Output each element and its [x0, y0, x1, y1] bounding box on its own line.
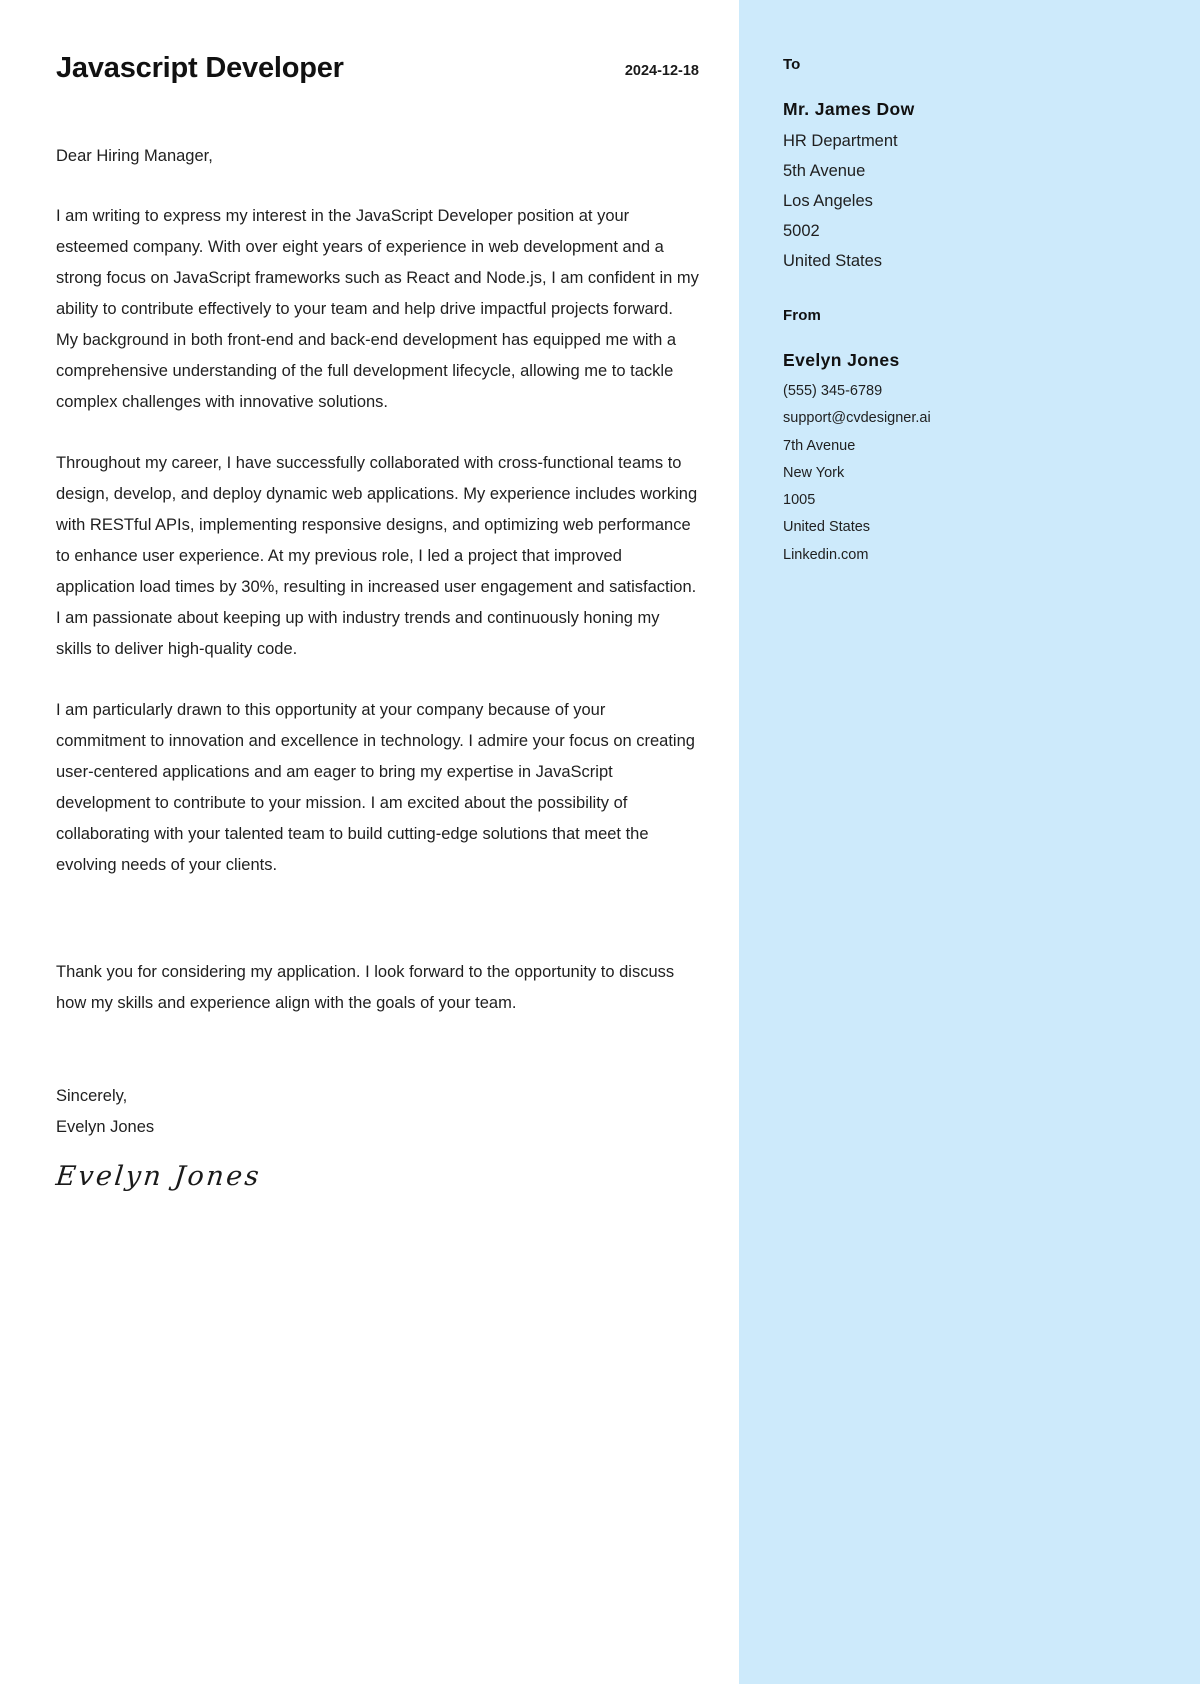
sender-heading: From — [783, 306, 821, 324]
signature-image: Evelyn Jones — [54, 1160, 263, 1192]
letter-header: Javascript Developer 2024-12-18 — [56, 52, 699, 85]
page-title: Javascript Developer — [56, 52, 344, 84]
sender-line: 7th Avenue — [783, 437, 856, 454]
recipient-name: Mr. James Dow — [783, 99, 915, 119]
letter-salutation: Dear Hiring Manager, — [56, 147, 213, 166]
recipient-line: Los Angeles — [783, 192, 873, 210]
letter-body-column: Javascript Developer 2024-12-18 Dear Hir… — [0, 0, 739, 1684]
recipient-line: 5002 — [783, 222, 820, 241]
sender-name: Evelyn Jones — [783, 349, 900, 370]
letter-signoff: Sincerely, — [56, 1087, 128, 1106]
sender-linkedin: Linkedin.com — [783, 546, 869, 563]
recipient-heading: To — [783, 56, 801, 73]
sender-section: From Evelyn Jones (555) 345-6789 support… — [783, 307, 1200, 569]
sender-phone: (555) 345-6789 — [783, 383, 883, 400]
recipient-line: United States — [783, 252, 883, 271]
recipient-line: HR Department — [783, 131, 898, 150]
sender-email: support@cvdesigner.ai — [783, 410, 931, 427]
letter-paragraph-2: Throughout my career, I have successfull… — [56, 453, 698, 658]
letter-signoff-name: Evelyn Jones — [56, 1118, 155, 1137]
address-sidebar: To Mr. James Dow HR Department 5th Avenu… — [739, 0, 1200, 1684]
letter-paragraph-3: I am particularly drawn to this opportun… — [56, 700, 695, 874]
sender-line: New York — [783, 464, 845, 481]
letter-paragraph-1: I am writing to express my interest in t… — [56, 206, 699, 411]
letter-closing-paragraph: Thank you for considering my application… — [56, 963, 675, 1013]
letter-date: 2024-12-18 — [624, 63, 699, 79]
cover-letter-page: Javascript Developer 2024-12-18 Dear Hir… — [0, 0, 1200, 1684]
recipient-section: To Mr. James Dow HR Department 5th Avenu… — [783, 56, 1200, 277]
sender-line: 1005 — [783, 492, 816, 509]
sender-line: United States — [783, 519, 871, 536]
recipient-line: 5th Avenue — [783, 161, 866, 180]
